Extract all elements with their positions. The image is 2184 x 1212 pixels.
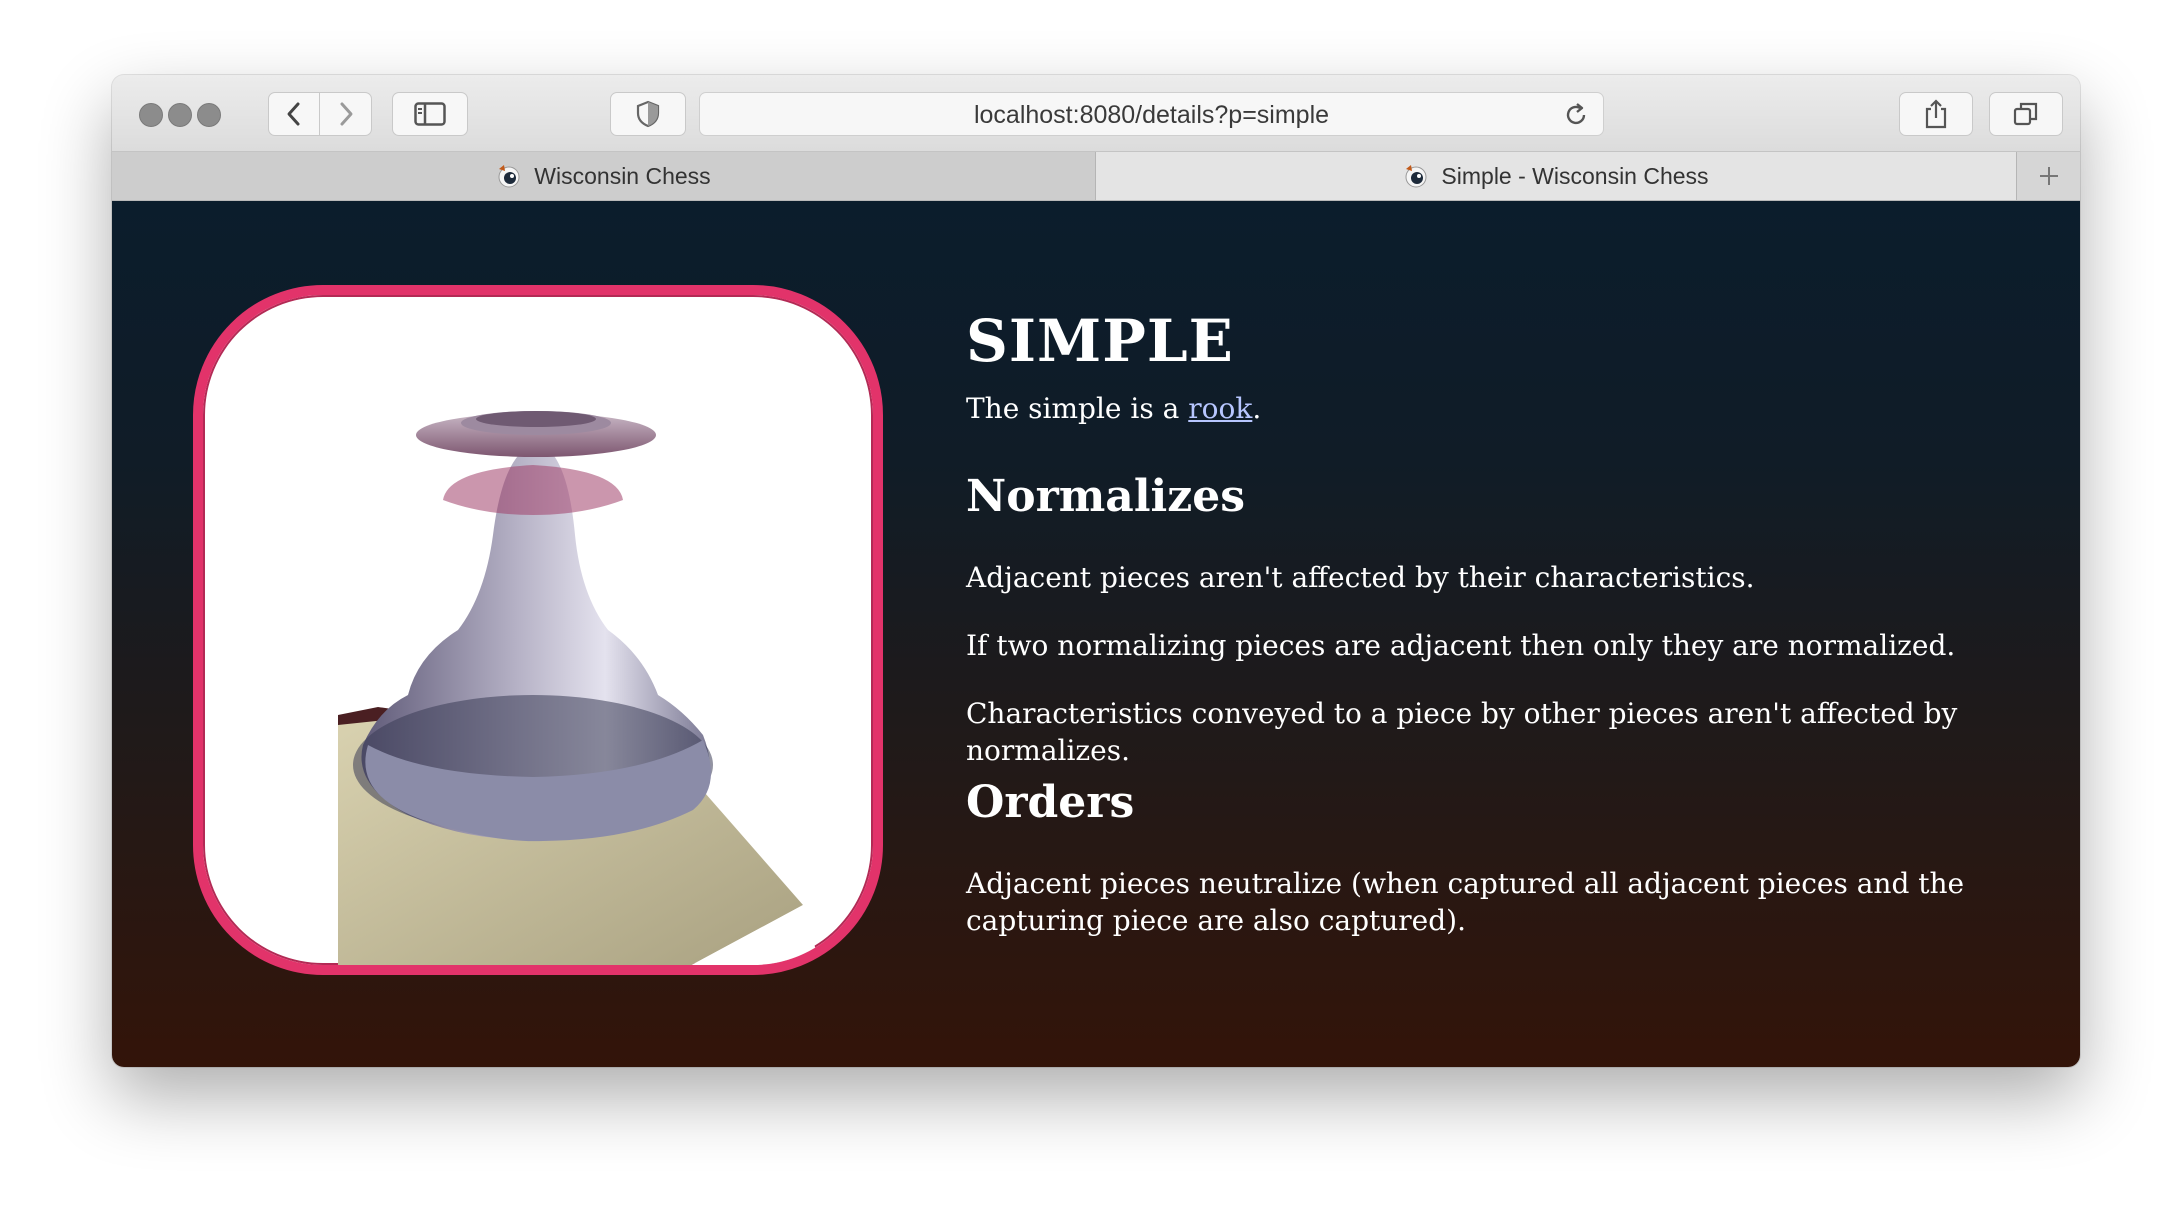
section-heading-orders: Orders (966, 777, 1135, 828)
section-heading-normalizes: Normalizes (966, 471, 1245, 522)
share-icon (1925, 99, 1947, 129)
normalizes-paragraph-1: Adjacent pieces aren't affected by their… (966, 561, 1755, 594)
tab-label: Simple - Wisconsin Chess (1441, 162, 1709, 189)
back-chevron-icon (287, 102, 300, 126)
normalizes-paragraph-2: If two normalizing pieces are adjacent t… (966, 629, 1956, 662)
reload-icon[interactable] (1563, 102, 1589, 128)
tab-bar: Wisconsin Chess Simple - Wisconsin Chess (112, 151, 2080, 201)
page-content: SIMPLE The simple is a rook. Normalizes … (112, 201, 2080, 1067)
normalizes-paragraph-3: Characteristics conveyed to a piece by o… (966, 697, 1958, 767)
tab-simple[interactable]: Simple - Wisconsin Chess (1096, 152, 2016, 200)
new-tab-button[interactable] (2016, 152, 2080, 200)
page-title: SIMPLE (966, 307, 1234, 375)
shield-icon (636, 100, 660, 128)
browser-toolbar: localhost:8080/details?p=simple (112, 75, 2080, 151)
tabs-overview-button[interactable] (1989, 92, 2063, 136)
piece-image-frame (193, 285, 883, 975)
address-bar[interactable]: localhost:8080/details?p=simple (699, 92, 1604, 136)
zoom-light[interactable] (197, 103, 221, 127)
sidebar-button[interactable] (392, 92, 468, 136)
forward-button[interactable] (320, 92, 372, 136)
tab-wisconsin-chess[interactable]: Wisconsin Chess (112, 152, 1096, 200)
tabs-overview-icon (2013, 102, 2038, 126)
orders-paragraph-1: Adjacent pieces neutralize (when capture… (966, 867, 1965, 937)
share-button[interactable] (1899, 92, 1973, 136)
privacy-report-button[interactable] (610, 92, 686, 136)
url-text: localhost:8080/details?p=simple (973, 101, 1330, 129)
close-light[interactable] (139, 103, 163, 127)
plus-icon (2039, 167, 2058, 185)
eye-favicon-icon (498, 165, 520, 188)
back-button[interactable] (268, 92, 320, 136)
intro-paragraph: The simple is a rook. (966, 390, 1261, 427)
intro-prefix: The simple is a (966, 392, 1189, 425)
eye-favicon-icon (1405, 165, 1427, 188)
forward-chevron-icon (340, 102, 352, 126)
tab-label: Wisconsin Chess (534, 162, 711, 189)
intro-suffix: . (1252, 392, 1262, 425)
sidebar-icon (414, 102, 446, 126)
rook-piece-image (338, 411, 821, 965)
rook-link[interactable]: rook (1188, 392, 1252, 425)
minimize-light[interactable] (168, 103, 192, 127)
browser-window: localhost:8080/details?p=simple Wisconsi… (112, 75, 2080, 1067)
